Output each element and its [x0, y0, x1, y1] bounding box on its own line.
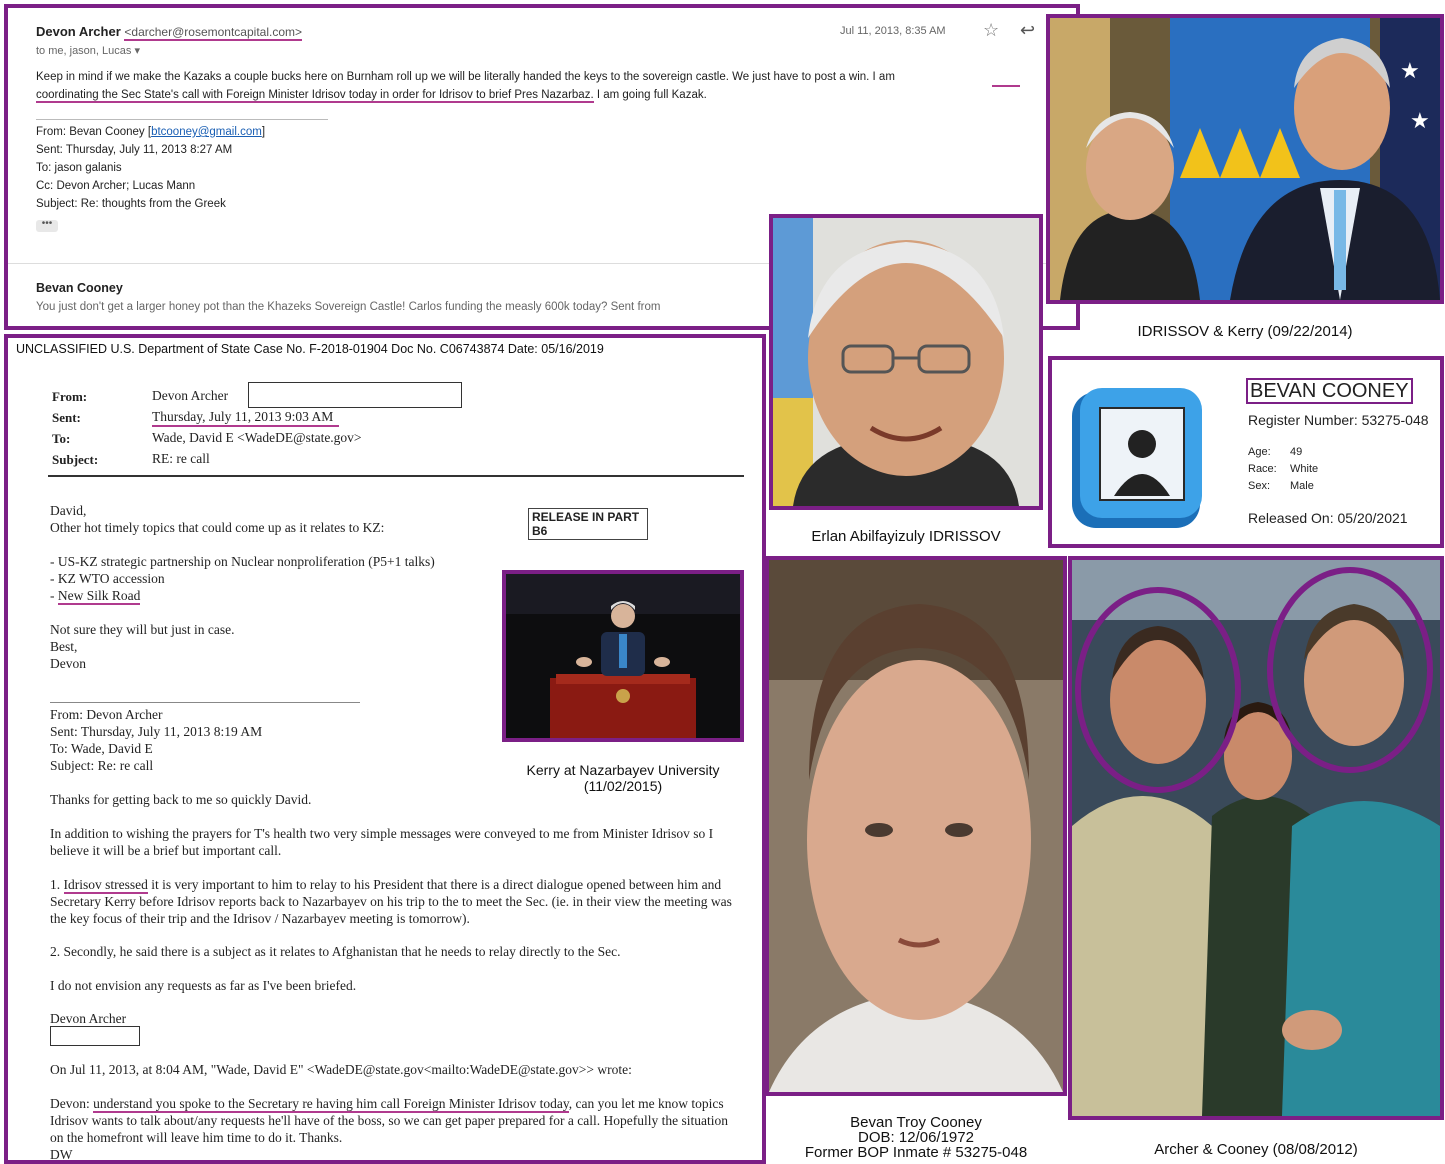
race-value: White — [1290, 463, 1319, 475]
cooney-dob: DOB: 12/06/1972 — [858, 1129, 974, 1146]
reply-icon[interactable]: ↩ — [1020, 20, 1035, 41]
quoted-cc: Cc: Devon Archer; Lucas Mann — [36, 180, 196, 192]
sex-label: Sex: — [1248, 480, 1271, 492]
quoted-paragraph-1: In addition to wishing the prayers for T… — [50, 826, 714, 858]
salutation: David, — [50, 503, 87, 518]
recipients[interactable]: to me, jason, Lucas ▾ — [36, 44, 140, 57]
star-icon[interactable]: ☆ — [983, 20, 999, 41]
cooney-selfie — [765, 556, 1067, 1096]
quoted-to: To: Wade, David E — [50, 741, 153, 756]
quoted-paragraph-4: I do not envision any requests as far as… — [50, 978, 357, 993]
quoted-sent: Sent: Thursday, July 11, 2013 8:27 AM — [36, 144, 233, 156]
state-dept-document: UNCLASSIFIED U.S. Department of State Ca… — [4, 334, 766, 1164]
quoted-paragraph-3: 2. Secondly, he said there is a subject … — [50, 944, 621, 959]
cooney-full-name: Bevan Troy Cooney — [850, 1114, 982, 1131]
svg-text:★: ★ — [1410, 109, 1430, 134]
age-value: 49 — [1290, 446, 1303, 458]
idrissov-kerry-caption: IDRISSOV & Kerry (09/22/2014) — [1137, 323, 1353, 340]
bop-inmate-card: BEVAN COONEY Register Number: 53275-048 … — [1048, 356, 1444, 548]
sent-label: Sent: — [52, 410, 81, 425]
body-line-1: Keep in mind if we make the Kazaks a cou… — [36, 71, 895, 83]
cooney-caption: Bevan Troy Cooney DOB: 12/06/1972 Former… — [765, 1115, 1067, 1160]
email-body: Keep in mind if we make the Kazaks a cou… — [36, 68, 1036, 104]
archer-cooney-caption: Archer & Cooney (08/08/2012) — [1154, 1141, 1358, 1158]
quoted-from-label: From: Bevan Cooney [ — [36, 126, 152, 138]
quoted-thanks: Thanks for getting back to me so quickly… — [50, 792, 312, 807]
quoted-devon-paragraph: Devon: understand you spoke to the Secre… — [50, 1096, 728, 1145]
register-number: Register Number: 53275-048 — [1248, 412, 1429, 428]
inmate-name: BEVAN COONEY — [1246, 378, 1413, 404]
quoted-dw: DW — [50, 1147, 73, 1162]
quoted-to: To: jason galanis — [36, 162, 122, 174]
subject-label: Subject: — [52, 452, 99, 467]
idrissov-caption: Erlan Abilfayizuly IDRISSOV — [811, 528, 1001, 545]
body-line-2-highlight: coordinating the Sec State's call with F… — [36, 89, 594, 103]
snippet-sender: Bevan Cooney — [36, 281, 123, 295]
release-date: Released On: 05/20/2021 — [1248, 510, 1408, 526]
quoted-subject: Subject: Re: re call — [50, 758, 154, 773]
from-value: Devon Archer — [152, 388, 229, 403]
show-trimmed-button[interactable]: ••• — [36, 219, 58, 232]
quoted-paragraph-2: 1. Idrisov stressed it is very important… — [50, 877, 732, 926]
snippet-text[interactable]: You just don't get a larger honey pot th… — [36, 301, 772, 313]
quoted-header: From: Bevan Cooney [btcooney@gmail.com] … — [36, 123, 265, 213]
age-label: Age: — [1248, 446, 1271, 458]
from-label: From: — [52, 389, 88, 404]
sex-value: Male — [1290, 480, 1314, 492]
signature-redaction — [50, 1026, 140, 1046]
cooney-inmate-number: Former BOP Inmate # 53275-048 — [804, 1144, 1028, 1161]
bullet-1: - US-KZ strategic partnership on Nuclear… — [50, 554, 435, 569]
email-date: Jul 11, 2013, 8:35 AM — [840, 25, 946, 37]
quote-separator — [36, 119, 328, 120]
quoted-from-email[interactable]: btcooney@gmail.com — [151, 126, 262, 138]
quoted-subject: Subject: Re: thoughts from the Greek — [36, 198, 226, 210]
archer-cooney-photo — [1068, 556, 1444, 1120]
sender: Devon Archer <darcher@rosemontcapital.co… — [36, 24, 303, 41]
race-label: Race: — [1248, 463, 1277, 475]
sent-value: Thursday, July 11, 2013 9:03 AM — [152, 409, 340, 427]
underline-mark — [992, 85, 1020, 87]
svg-text:★: ★ — [1400, 59, 1420, 84]
to-value: Wade, David E <WadeDE@state.gov> — [152, 430, 362, 445]
redaction-box — [248, 382, 462, 408]
sender-email[interactable]: <darcher@rosemontcapital.com> — [124, 25, 303, 41]
to-label: To: — [52, 431, 71, 446]
chevron-down-icon[interactable]: ▾ — [134, 45, 140, 57]
doc-banner: UNCLASSIFIED U.S. Department of State Ca… — [16, 342, 604, 356]
body-line-2-rest: I am going full Kazak. — [593, 89, 707, 101]
quoted-wrote-line: On Jul 11, 2013, at 8:04 AM, "Wade, Davi… — [50, 1062, 632, 1077]
subject-value: RE: re call — [152, 451, 210, 466]
quoted-from: From: Devon Archer — [50, 707, 163, 722]
idrissov-kerry-photo: ★ ★ — [1046, 14, 1444, 304]
sender-name: Devon Archer — [36, 24, 121, 39]
header-rule — [48, 475, 744, 477]
inmate-placeholder-icon — [1072, 388, 1202, 528]
intro: Other hot timely topics that could come … — [50, 520, 385, 535]
quote-separator — [50, 702, 360, 703]
idrissov-portrait — [769, 214, 1043, 510]
quoted-sent: Sent: Thursday, July 11, 2013 8:19 AM — [50, 724, 263, 739]
